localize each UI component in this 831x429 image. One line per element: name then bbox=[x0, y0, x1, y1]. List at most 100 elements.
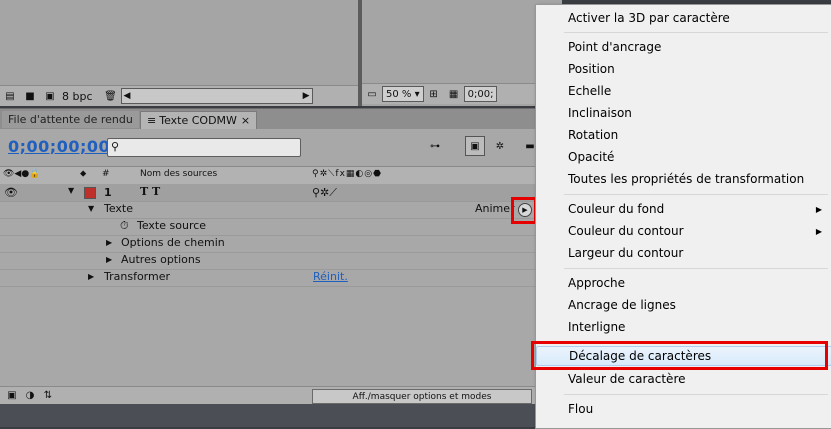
source-name-column-header[interactable]: Nom des sources bbox=[140, 169, 217, 179]
menu-separator bbox=[564, 394, 828, 395]
draft-3d-icon[interactable]: ✲ bbox=[493, 140, 507, 152]
live-update-icon[interactable]: ▣ bbox=[465, 136, 485, 156]
toggle-switches-modes-button[interactable]: Aff./masquer options et modes bbox=[312, 389, 532, 404]
new-composition-icon[interactable]: ▣ bbox=[43, 90, 57, 102]
layer-row[interactable]: 👁 ▼ 1 T T ⚲✲⟋ bbox=[0, 184, 540, 202]
layer-switches-icons[interactable]: ⚲✲⟋ bbox=[312, 186, 337, 200]
submenu-arrow-icon: ▶ bbox=[815, 204, 822, 214]
menu-item-valeur-caractere[interactable]: Valeur de caractère bbox=[536, 369, 831, 389]
property-row-texte[interactable]: ▼ Texte Animer : bbox=[0, 201, 540, 219]
menu-item-label: Rotation bbox=[568, 128, 619, 142]
layer-column-header: 👁◀●🔒 ⬥ # Nom des sources ⚲✲⟍fx▦◐◎⬣ bbox=[0, 166, 540, 185]
menu-item-echelle[interactable]: Echelle bbox=[536, 81, 831, 101]
interpret-footage-icon[interactable]: ▤ bbox=[3, 90, 17, 102]
close-icon[interactable]: × bbox=[241, 114, 250, 127]
new-folder-icon[interactable]: ■ bbox=[23, 90, 37, 102]
in-out-icon[interactable]: ⇅ bbox=[41, 389, 55, 401]
scroll-right-icon[interactable]: ▶ bbox=[301, 91, 312, 101]
menu-separator bbox=[564, 32, 828, 33]
layer-name[interactable]: T T bbox=[140, 185, 160, 198]
property-label: Texte source bbox=[137, 219, 207, 232]
menu-item-label: Valeur de caractère bbox=[568, 372, 686, 386]
menu-separator bbox=[564, 194, 828, 195]
property-label: Autres options bbox=[121, 253, 201, 266]
menu-item-approche[interactable]: Approche bbox=[536, 273, 831, 293]
menu-item-point-ancrage[interactable]: Point d'ancrage bbox=[536, 37, 831, 57]
menu-item-label: Opacité bbox=[568, 150, 615, 164]
viewer-toolbar: ▭ 50 % ▾ ⊞ ▦ 0;00; bbox=[362, 83, 542, 104]
reset-link[interactable]: Réinit. bbox=[313, 270, 348, 283]
property-row-options-chemin[interactable]: ▶ Options de chemin bbox=[0, 235, 540, 253]
tab-bar: File d'attente de rendu ≡ Texte CODMW × bbox=[0, 108, 540, 129]
highlight-box-decalage bbox=[531, 341, 828, 370]
property-row-transformer[interactable]: ▶ Transformer Réinit. bbox=[0, 269, 540, 287]
menu-item-rotation[interactable]: Rotation bbox=[536, 125, 831, 145]
menu-item-label: Toutes les propriétés de transformation bbox=[568, 172, 805, 186]
menu-item-label: Echelle bbox=[568, 84, 612, 98]
menu-item-couleur-contour[interactable]: Couleur du contour ▶ bbox=[536, 221, 831, 241]
highlight-box-animate bbox=[511, 197, 537, 224]
search-icon: ⚲ bbox=[111, 140, 120, 153]
search-input[interactable]: ⚲ bbox=[107, 138, 301, 157]
label-color-swatch[interactable] bbox=[84, 187, 96, 199]
menu-item-label: Interligne bbox=[568, 320, 626, 334]
property-row-autres-options[interactable]: ▶ Autres options bbox=[0, 252, 540, 270]
switches-column-icons: ⚲✲⟍fx▦◐◎⬣ bbox=[312, 169, 382, 179]
menu-item-label: Inclinaison bbox=[568, 106, 632, 120]
menu-item-toutes-proprietes[interactable]: Toutes les propriétés de transformation bbox=[536, 169, 831, 189]
menu-item-largeur-contour[interactable]: Largeur du contour bbox=[536, 243, 831, 263]
menu-item-label: Ancrage de lignes bbox=[568, 298, 676, 312]
number-column-header: # bbox=[102, 169, 110, 179]
collapse-arrow-icon[interactable]: ▶ bbox=[88, 272, 94, 281]
desktop-strip bbox=[0, 404, 540, 427]
tab-label: Texte CODMW bbox=[159, 114, 237, 127]
menu-item-ancrage-lignes[interactable]: Ancrage de lignes bbox=[536, 295, 831, 315]
property-row-texte-source[interactable]: ⏱ Texte source bbox=[0, 218, 540, 236]
menu-item-position[interactable]: Position bbox=[536, 59, 831, 79]
project-scrollbar[interactable]: ◀ ▶ bbox=[120, 88, 313, 104]
menu-item-label: Approche bbox=[568, 276, 626, 290]
stopwatch-icon[interactable]: ⏱ bbox=[120, 219, 129, 233]
menu-item-flou[interactable]: Flou bbox=[536, 399, 831, 419]
menu-lines-icon: ≡ bbox=[147, 114, 157, 127]
collapse-arrow-icon[interactable]: ▶ bbox=[106, 238, 112, 247]
menu-item-activer-3d[interactable]: Activer la 3D par caractère bbox=[536, 8, 831, 28]
trash-icon[interactable]: 🗑 bbox=[104, 90, 118, 102]
menu-item-opacite[interactable]: Opacité bbox=[536, 147, 831, 167]
project-toolbar: ▤ ■ ▣ 8 bpc 🗑 ◀ ▶ bbox=[0, 85, 358, 106]
menu-item-label: Couleur du contour bbox=[568, 224, 684, 238]
viewer-timecode[interactable]: 0;00; bbox=[463, 86, 498, 102]
grid-icon[interactable]: ⊞ bbox=[427, 88, 441, 100]
menu-item-interligne[interactable]: Interligne bbox=[536, 317, 831, 337]
scroll-left-icon[interactable]: ◀ bbox=[122, 91, 133, 101]
menu-item-label: Point d'ancrage bbox=[568, 40, 662, 54]
composition-mini-flowchart-icon[interactable]: ⊶ bbox=[428, 140, 442, 152]
expand-layer-switches-icon[interactable]: ▣ bbox=[5, 389, 19, 401]
label-column-icon: ⬥ bbox=[80, 169, 87, 179]
zoom-value: 50 % bbox=[386, 88, 412, 100]
eye-column-icon: 👁◀●🔒 bbox=[3, 169, 41, 179]
menu-item-label: Largeur du contour bbox=[568, 246, 684, 260]
bpc-label[interactable]: 8 bpc bbox=[62, 90, 93, 103]
property-label: Texte bbox=[104, 202, 134, 215]
property-label: Transformer bbox=[104, 270, 171, 283]
tab-texte-codmw[interactable]: ≡ Texte CODMW × bbox=[140, 111, 258, 129]
tab-render-queue[interactable]: File d'attente de rendu bbox=[2, 111, 139, 128]
menu-item-label: Position bbox=[568, 62, 615, 76]
region-icon[interactable]: ▦ bbox=[447, 88, 461, 100]
menu-item-couleur-fond[interactable]: Couleur du fond ▶ bbox=[536, 199, 831, 219]
property-label: Options de chemin bbox=[121, 236, 225, 249]
menu-item-inclinaison[interactable]: Inclinaison bbox=[536, 103, 831, 123]
expand-icon[interactable]: ▼ bbox=[88, 204, 94, 213]
menu-separator bbox=[564, 268, 828, 269]
current-timecode[interactable]: 0;00;00;00 bbox=[8, 137, 110, 156]
expand-icon[interactable]: ▼ bbox=[68, 186, 74, 195]
submenu-arrow-icon: ▶ bbox=[815, 226, 822, 236]
menu-item-label: Activer la 3D par caractère bbox=[568, 11, 730, 25]
modes-icon[interactable]: ◑ bbox=[23, 389, 37, 401]
zoom-dropdown[interactable]: 50 % ▾ bbox=[382, 86, 424, 102]
collapse-arrow-icon[interactable]: ▶ bbox=[106, 255, 112, 264]
eye-icon[interactable]: 👁 bbox=[4, 186, 18, 199]
layer-index: 1 bbox=[104, 186, 112, 199]
always-preview-icon[interactable]: ▭ bbox=[365, 88, 379, 100]
